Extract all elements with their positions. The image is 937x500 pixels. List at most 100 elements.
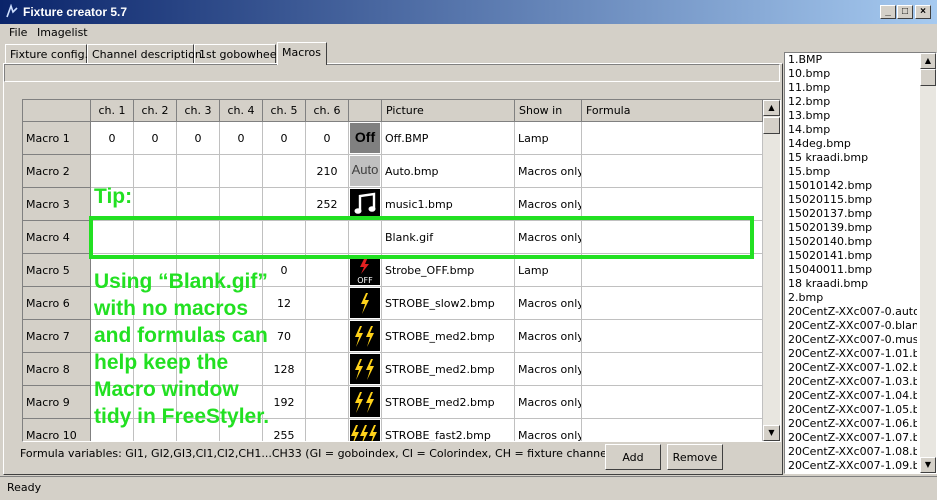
imagelist-item[interactable]: 20CentZ-XXc007-1.05.bmp — [785, 403, 917, 417]
remove-button[interactable]: Remove — [667, 444, 723, 470]
column-header-icon[interactable] — [349, 100, 382, 122]
menu-file[interactable]: File — [9, 26, 27, 39]
ch5-cell[interactable]: 192 — [263, 386, 306, 419]
column-header-ch5[interactable]: ch. 5 — [263, 100, 306, 122]
menu-imagelist[interactable]: Imagelist — [37, 26, 88, 39]
tab-channel-description[interactable]: Channel description — [87, 44, 202, 64]
column-header-ch1[interactable]: ch. 1 — [91, 100, 134, 122]
imagelist-item[interactable]: 20CentZ-XXc007-1.03.bmp — [785, 375, 917, 389]
imagelist-item[interactable]: 1.BMP — [785, 53, 917, 67]
show-in-cell[interactable]: Lamp — [515, 122, 582, 155]
ch6-cell[interactable]: 0 — [306, 122, 349, 155]
imagelist-item[interactable]: 15020139.bmp — [785, 221, 917, 235]
row-header[interactable]: Macro 1 — [23, 122, 91, 155]
ch6-cell[interactable] — [306, 386, 349, 419]
ch5-cell[interactable]: 255 — [263, 419, 306, 441]
tab-macros[interactable]: Macros — [277, 42, 327, 65]
row-header[interactable]: Macro 8 — [23, 353, 91, 386]
ch1-cell[interactable]: 0 — [91, 122, 134, 155]
imagelist-item[interactable]: 15020137.bmp — [785, 207, 917, 221]
imagelist-scroll-down-button[interactable]: ▼ — [920, 457, 936, 473]
ch3-cell[interactable]: 0 — [177, 122, 220, 155]
imagelist-item[interactable]: 15020140.bmp — [785, 235, 917, 249]
minimize-button[interactable]: _ — [880, 5, 896, 19]
show-in-cell[interactable]: Macros only — [515, 320, 582, 353]
column-header-ch2[interactable]: ch. 2 — [134, 100, 177, 122]
picture-cell[interactable]: STROBE_med2.bmp — [382, 386, 515, 419]
row-header[interactable]: Macro 10 — [23, 419, 91, 441]
ch6-cell[interactable]: 210 — [306, 155, 349, 188]
formula-cell[interactable] — [582, 419, 763, 441]
ch4-cell[interactable]: 0 — [220, 122, 263, 155]
maximize-button[interactable]: □ — [897, 5, 913, 19]
column-header-formula[interactable]: Formula — [582, 100, 763, 122]
imagelist-item[interactable]: 20CentZ-XXc007-1.08.bmp — [785, 445, 917, 459]
imagelist-item[interactable]: 14deg.bmp — [785, 137, 917, 151]
imagelist-item[interactable]: 20CentZ-XXc007-1.02.bmp — [785, 361, 917, 375]
ch6-cell[interactable] — [306, 419, 349, 441]
imagelist-item[interactable]: 12.bmp — [785, 95, 917, 109]
imagelist-item[interactable]: 18 kraadi.bmp — [785, 277, 917, 291]
formula-cell[interactable] — [582, 122, 763, 155]
picture-cell[interactable]: STROBE_med2.bmp — [382, 353, 515, 386]
ch4-cell[interactable] — [220, 155, 263, 188]
column-header-show-in[interactable]: Show in — [515, 100, 582, 122]
picture-cell[interactable]: STROBE_med2.bmp — [382, 320, 515, 353]
row-header[interactable]: Macro 5 — [23, 254, 91, 287]
formula-cell[interactable] — [582, 386, 763, 419]
ch6-cell[interactable] — [306, 287, 349, 320]
ch2-cell[interactable] — [134, 155, 177, 188]
imagelist-scroll-thumb[interactable] — [920, 69, 936, 86]
ch6-cell[interactable] — [306, 320, 349, 353]
ch5-cell[interactable]: 0 — [263, 122, 306, 155]
show-in-cell[interactable]: Macros only — [515, 419, 582, 441]
column-header-picture[interactable]: Picture — [382, 100, 515, 122]
imagelist-item[interactable]: 20CentZ-XXc007-1.07.bmp — [785, 431, 917, 445]
imagelist-item[interactable]: 13.bmp — [785, 109, 917, 123]
row-header[interactable]: Macro 6 — [23, 287, 91, 320]
formula-cell[interactable] — [582, 155, 763, 188]
picture-cell[interactable]: STROBE_fast2.bmp — [382, 419, 515, 441]
show-in-cell[interactable]: Macros only — [515, 155, 582, 188]
imagelist-scrollbar[interactable]: ▲ ▼ — [920, 53, 936, 473]
ch2-cell[interactable]: 0 — [134, 122, 177, 155]
scroll-up-button[interactable]: ▲ — [763, 100, 780, 116]
imagelist-item[interactable]: 20CentZ-XXc007-0.blank.bmp — [785, 319, 917, 333]
ch3-cell[interactable] — [177, 155, 220, 188]
imagelist-item[interactable]: 11.bmp — [785, 81, 917, 95]
row-header[interactable]: Macro 2 — [23, 155, 91, 188]
ch5-cell[interactable]: 70 — [263, 320, 306, 353]
show-in-cell[interactable]: Macros only — [515, 386, 582, 419]
row-header[interactable]: Macro 4 — [23, 221, 91, 254]
row-header[interactable]: Macro 7 — [23, 320, 91, 353]
picture-cell[interactable]: Auto.bmp — [382, 155, 515, 188]
show-in-cell[interactable]: Macros only — [515, 287, 582, 320]
column-header-ch4[interactable]: ch. 4 — [220, 100, 263, 122]
imagelist-item[interactable]: 20CentZ-XXc007-1.06.bmp — [785, 417, 917, 431]
imagelist-item[interactable]: 15.bmp — [785, 165, 917, 179]
imagelist-item[interactable]: 20CentZ-XXc007-1.04.bmp — [785, 389, 917, 403]
formula-cell[interactable] — [582, 287, 763, 320]
scroll-down-button[interactable]: ▼ — [763, 425, 780, 441]
show-in-cell[interactable]: Macros only — [515, 353, 582, 386]
imagelist-item[interactable]: 15020141.bmp — [785, 249, 917, 263]
imagelist-item[interactable]: 10.bmp — [785, 67, 917, 81]
ch5-cell[interactable]: 12 — [263, 287, 306, 320]
imagelist-scroll-up-button[interactable]: ▲ — [920, 53, 936, 69]
formula-cell[interactable] — [582, 320, 763, 353]
imagelist-item[interactable]: 20CentZ-XXc007-1.01.bmp — [785, 347, 917, 361]
add-button[interactable]: Add — [605, 444, 661, 470]
imagelist-item[interactable]: 2.bmp — [785, 291, 917, 305]
imagelist-item[interactable]: 20CentZ-XXc007-0.music.bmp — [785, 333, 917, 347]
ch6-cell[interactable] — [306, 353, 349, 386]
imagelist-item[interactable]: 15010142.bmp — [785, 179, 917, 193]
imagelist-listbox[interactable]: 1.BMP 10.bmp 11.bmp 12.bmp 13.bmp 14.bmp 14deg… — [784, 52, 937, 474]
close-button[interactable]: × — [915, 5, 931, 19]
picture-cell[interactable]: STROBE_slow2.bmp — [382, 287, 515, 320]
ch5-cell[interactable]: 128 — [263, 353, 306, 386]
imagelist-item[interactable]: 14.bmp — [785, 123, 917, 137]
row-header[interactable]: Macro 9 — [23, 386, 91, 419]
imagelist-item[interactable]: 15 kraadi.bmp — [785, 151, 917, 165]
imagelist-item[interactable]: 20CentZ-XXc007-0.auto.bmp — [785, 305, 917, 319]
column-header-ch3[interactable]: ch. 3 — [177, 100, 220, 122]
